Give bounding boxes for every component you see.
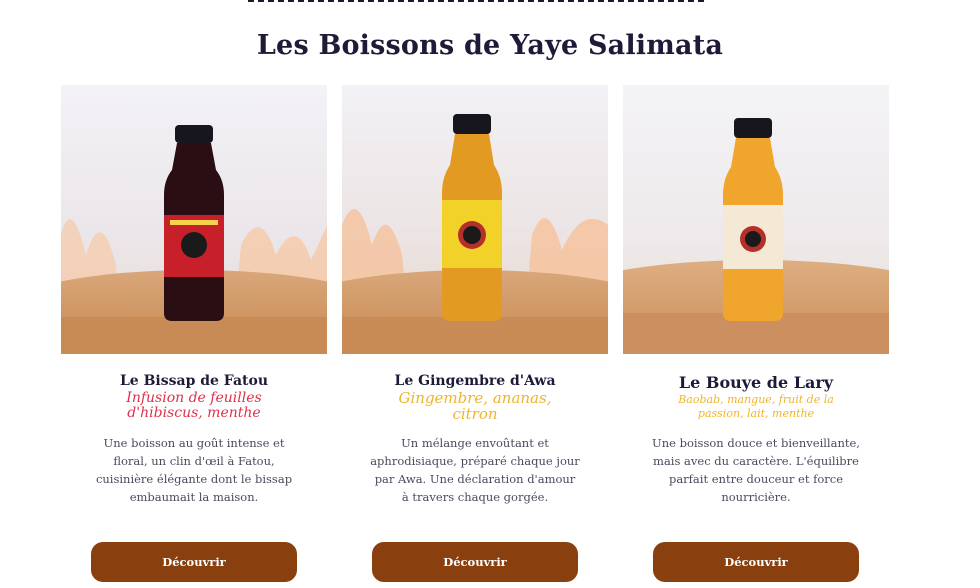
product-grid: Le Bissap de Fatou Infusion de feuilles … <box>61 85 889 585</box>
discover-button[interactable]: Découvrir <box>653 542 859 582</box>
product-subtitle: Baobab, mangue, fruit de la passion, lai… <box>678 393 834 420</box>
product-card-bouye: Le Bouye de Lary Baobab, mangue, fruit d… <box>623 85 889 585</box>
product-name: Le Bissap de Fatou <box>119 373 269 389</box>
product-card-gingembre: Le Gingembre d'Awa Gingembre, ananas, ci… <box>342 85 608 585</box>
discover-button[interactable]: Découvrir <box>91 542 297 582</box>
section-title: Les Boissons de Yaye Salimata <box>256 30 724 61</box>
product-photo-gingembre <box>342 85 608 354</box>
product-description: Un mélange envoûtant et aphrodisiaque, p… <box>370 436 580 504</box>
product-description: Une boisson au goût intense et floral, u… <box>95 436 293 504</box>
product-subtitle: Gingembre, ananas, citron <box>398 389 552 423</box>
product-name: Le Bouye de Lary <box>678 373 834 392</box>
top-divider <box>248 0 704 5</box>
product-card-bissap: Le Bissap de Fatou Infusion de feuilles … <box>61 85 327 585</box>
product-photo-bouye <box>623 85 889 354</box>
product-subtitle: Infusion de feuilles d'hibiscus, menthe <box>126 390 262 421</box>
discover-button[interactable]: Découvrir <box>372 542 578 582</box>
product-name: Le Gingembre d'Awa <box>394 373 556 389</box>
product-photo-bissap <box>61 85 327 354</box>
product-description: Une boisson douce et bienveillante, mais… <box>652 436 860 504</box>
